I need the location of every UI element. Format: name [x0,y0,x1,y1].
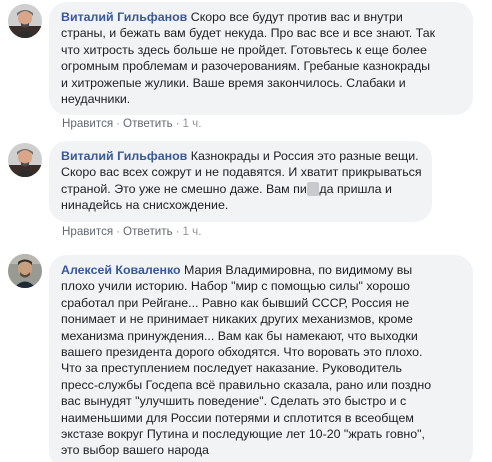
reply-link[interactable]: Ответить [123,225,173,238]
comment-text: Виталий Гильфанов Скоро все будут против… [61,10,436,107]
avatar[interactable] [8,254,42,288]
comment-author[interactable]: Виталий Гильфанов [61,149,187,163]
comment-bubble: Виталий Гильфанов Казнокрады и Россия эт… [49,141,432,222]
comment-actions: Нравится · Ответить · 1 ч. [62,225,202,238]
avatar-photo-icon [8,4,42,38]
avatar[interactable] [8,143,42,177]
avatar-photo-icon [8,254,42,288]
like-link[interactable]: Нравится [62,117,113,130]
reply-link[interactable]: Ответить [123,117,173,130]
comment-author[interactable]: Алексей Коваленко [61,263,181,277]
comment-text: Виталий Гильфанов Казнокрады и Россия эт… [61,149,422,213]
comment-time[interactable]: 1 ч. [182,225,201,238]
avatar[interactable] [8,4,42,38]
avatar-photo-icon [8,143,42,177]
like-link[interactable]: Нравится [62,225,113,238]
comment-actions: Нравится · Ответить · 1 ч. [62,117,202,130]
comment-time[interactable]: 1 ч. [182,117,201,130]
comment-bubble: Алексей Коваленко Мария Владимировна, по… [49,255,473,462]
comment-text: Алексей Коваленко Мария Владимировна, по… [61,263,432,458]
comment-author[interactable]: Виталий Гильфанов [61,10,187,24]
comment-bubble: Виталий Гильфанов Скоро все будут против… [49,2,473,116]
censored-text: зд [306,181,320,196]
